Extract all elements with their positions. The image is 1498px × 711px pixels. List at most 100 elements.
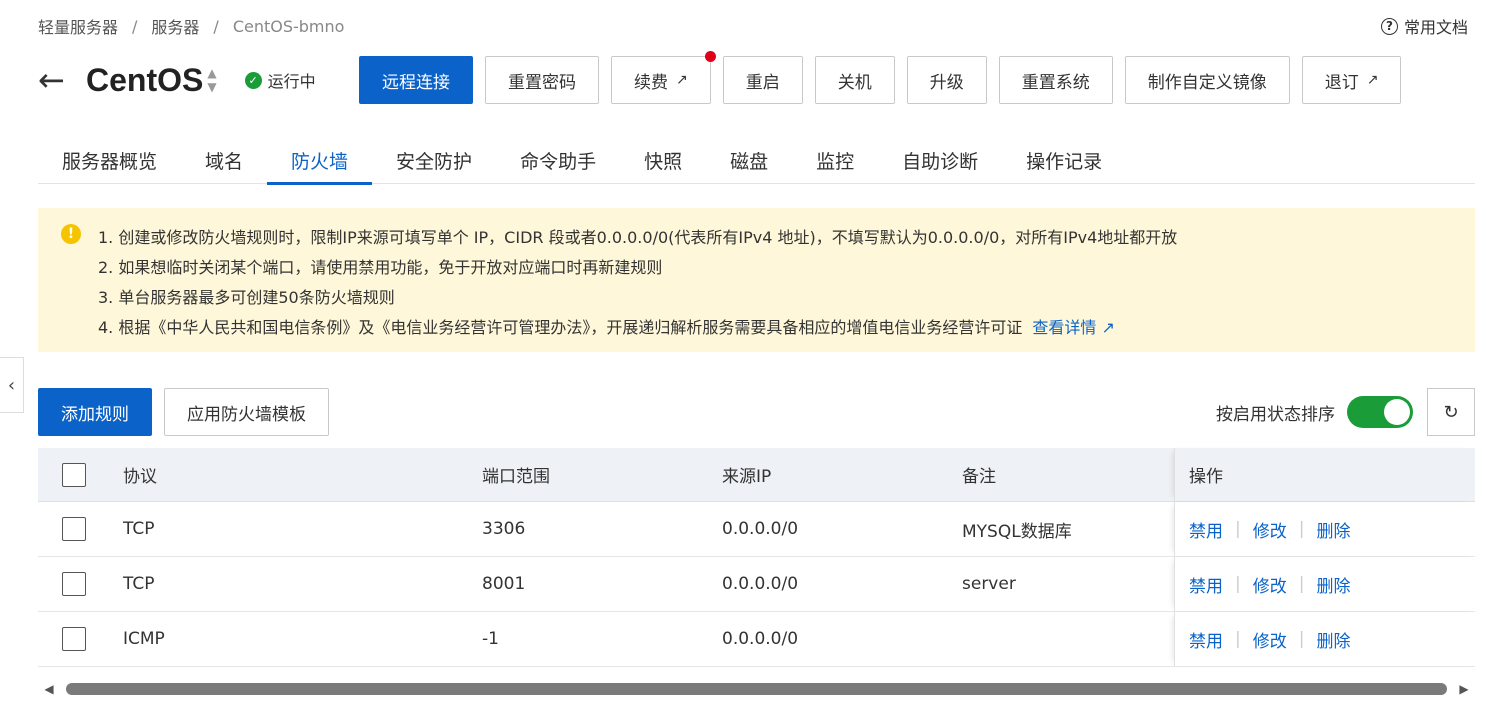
header-protocol: 协议 [123, 467, 157, 487]
button-label: 重置密码 [508, 72, 576, 93]
cell-port: 8001 [482, 574, 526, 594]
tab-domain[interactable]: 域名 [181, 136, 267, 184]
reset-password-button[interactable]: 重置密码 [485, 56, 599, 104]
cell-ops: 禁用 | 修改 | 删除 [1174, 502, 1475, 556]
tab-command-helper[interactable]: 命令助手 [496, 136, 620, 184]
notice-banner: ! 1. 创建或修改防火墙规则时，限制IP来源可填写单个 IP，CIDR 段或者… [38, 208, 1475, 352]
upgrade-button[interactable]: 升级 [906, 56, 987, 104]
disable-link[interactable]: 禁用 [1189, 517, 1223, 542]
row-checkbox[interactable] [62, 517, 86, 541]
cell-source: 0.0.0.0/0 [722, 574, 799, 594]
page-title: CentOS [86, 61, 204, 98]
horizontal-scrollbar[interactable]: ◀ ▶ [38, 678, 1475, 700]
notice-line: 3. 单台服务器最多可创建50条防火墙规则 [98, 288, 395, 307]
button-label: 关机 [837, 72, 872, 93]
divider: | [1235, 519, 1241, 539]
refresh-button[interactable]: ↻ [1427, 388, 1475, 436]
table-toolbar: 添加规则 应用防火墙模板 [38, 388, 329, 436]
scroll-thumb[interactable] [66, 683, 1447, 695]
toggle-knob [1384, 399, 1410, 425]
row-checkbox[interactable] [62, 572, 86, 596]
scroll-left-icon[interactable]: ◀ [38, 682, 60, 696]
select-all-checkbox[interactable] [62, 462, 86, 487]
divider: | [1298, 629, 1305, 649]
divider: | [1235, 574, 1241, 594]
edit-link[interactable]: 修改 [1253, 627, 1287, 652]
details-link[interactable]: 查看详情 ↗ [1032, 318, 1115, 337]
external-link-icon: ↗ [676, 72, 688, 88]
cell-note: MYSQL数据库 [962, 521, 1072, 542]
scroll-right-icon[interactable]: ▶ [1453, 682, 1475, 696]
cell-protocol: TCP [123, 519, 155, 539]
create-image-button[interactable]: 制作自定义镜像 [1124, 56, 1290, 104]
button-label: 应用防火墙模板 [187, 404, 306, 425]
notification-dot [704, 51, 716, 62]
button-label: 重置系统 [1021, 72, 1090, 93]
tab-firewall[interactable]: 防火墙 [267, 136, 373, 185]
edit-link[interactable]: 修改 [1253, 572, 1287, 597]
edit-link[interactable]: 修改 [1253, 517, 1287, 542]
button-label: 升级 [929, 72, 964, 93]
status-badge: ✓ 运行中 [244, 68, 316, 92]
renew-button[interactable]: 续费 ↗ [611, 51, 716, 104]
details-link-label: 查看详情 [1032, 318, 1097, 337]
add-rule-button[interactable]: 添加规则 [38, 388, 152, 436]
row-checkbox[interactable] [62, 627, 86, 651]
tab-snapshot[interactable]: 快照 [620, 136, 706, 184]
notice-line-text: 4. 根据《中华人民共和国电信条例》及《电信业务经营许可管理办法》，开展递归解析… [98, 318, 1023, 337]
delete-link[interactable]: 删除 [1316, 572, 1350, 597]
tab-operation-log[interactable]: 操作记录 [1002, 136, 1126, 184]
external-link-icon: ↗ [1366, 72, 1379, 88]
cell-ops: 禁用 | 修改 | 删除 [1174, 612, 1475, 666]
breadcrumb-item-current: CentOS-bmno [232, 16, 345, 36]
notice-line: 1. 创建或修改防火墙规则时，限制IP来源可填写单个 IP，CIDR 段或者0.… [98, 228, 1178, 247]
shutdown-button[interactable]: 关机 [814, 56, 895, 104]
breadcrumb: 轻量服务器 / 服务器 / CentOS-bmno [38, 14, 344, 38]
breadcrumb-item-servers[interactable]: 服务器 [151, 14, 199, 38]
disable-link[interactable]: 禁用 [1189, 572, 1223, 597]
status-text: 运行中 [267, 72, 316, 91]
back-arrow-icon[interactable]: ← [38, 64, 76, 96]
header-ops: 操作 [1174, 448, 1475, 501]
action-bar: 远程连接 重置密码 续费 ↗ 重启 关机 升级 重置系统 制作自定义镜像 退订 ↗ [359, 51, 1402, 104]
tab-overview[interactable]: 服务器概览 [38, 136, 181, 184]
apply-template-button[interactable]: 应用防火墙模板 [164, 388, 329, 436]
delete-link[interactable]: 删除 [1316, 627, 1350, 652]
instance-switcher-icon[interactable]: ▲ ▼ [207, 66, 216, 94]
cell-protocol: ICMP [123, 629, 165, 649]
tab-monitor[interactable]: 监控 [792, 136, 878, 184]
help-icon: ? [1380, 17, 1398, 35]
title-bar: ← CentOS ▲ ▼ ✓ 运行中 [38, 56, 316, 104]
cell-port: -1 [482, 629, 499, 649]
chevron-left-icon: ‹ [7, 374, 16, 396]
divider: | [1298, 574, 1305, 594]
tab-diagnosis[interactable]: 自助诊断 [878, 136, 1002, 184]
table-row: TCP 3306 0.0.0.0/0 MYSQL数据库 禁用 | 修改 | 删除 [38, 502, 1475, 557]
header-note: 备注 [962, 467, 996, 487]
unsubscribe-button[interactable]: 退订 ↗ [1301, 56, 1402, 104]
check-circle-icon: ✓ [244, 71, 262, 89]
scroll-track[interactable] [60, 683, 1453, 695]
sort-toggle[interactable] [1347, 396, 1413, 428]
disable-link[interactable]: 禁用 [1189, 627, 1223, 652]
tab-bar: 服务器概览 域名 防火墙 安全防护 命令助手 快照 磁盘 监控 自助诊断 操作记… [38, 136, 1475, 185]
remote-connect-button[interactable]: 远程连接 [359, 56, 473, 104]
tab-security[interactable]: 安全防护 [372, 136, 496, 184]
warning-icon: ! [61, 224, 81, 244]
table-row: TCP 8001 0.0.0.0/0 server 禁用 | 修改 | 删除 [38, 557, 1475, 612]
cell-ops: 禁用 | 修改 | 删除 [1174, 557, 1475, 611]
divider: | [1235, 629, 1241, 649]
button-label: 续费 [634, 72, 668, 93]
button-label: 退订 [1324, 72, 1359, 93]
cell-protocol: TCP [123, 574, 155, 594]
sidebar-toggle[interactable]: ‹ [0, 357, 24, 413]
breadcrumb-item-lighthouse[interactable]: 轻量服务器 [38, 14, 118, 38]
restart-button[interactable]: 重启 [722, 56, 803, 104]
delete-link[interactable]: 删除 [1316, 517, 1350, 542]
breadcrumb-separator: / [132, 16, 138, 36]
cell-source: 0.0.0.0/0 [722, 629, 799, 649]
tab-disk[interactable]: 磁盘 [706, 136, 792, 184]
docs-link[interactable]: ? 常用文档 [1380, 14, 1468, 38]
table-header: 协议 端口范围 来源IP 备注 操作 [38, 448, 1475, 502]
reset-system-button[interactable]: 重置系统 [998, 56, 1113, 104]
